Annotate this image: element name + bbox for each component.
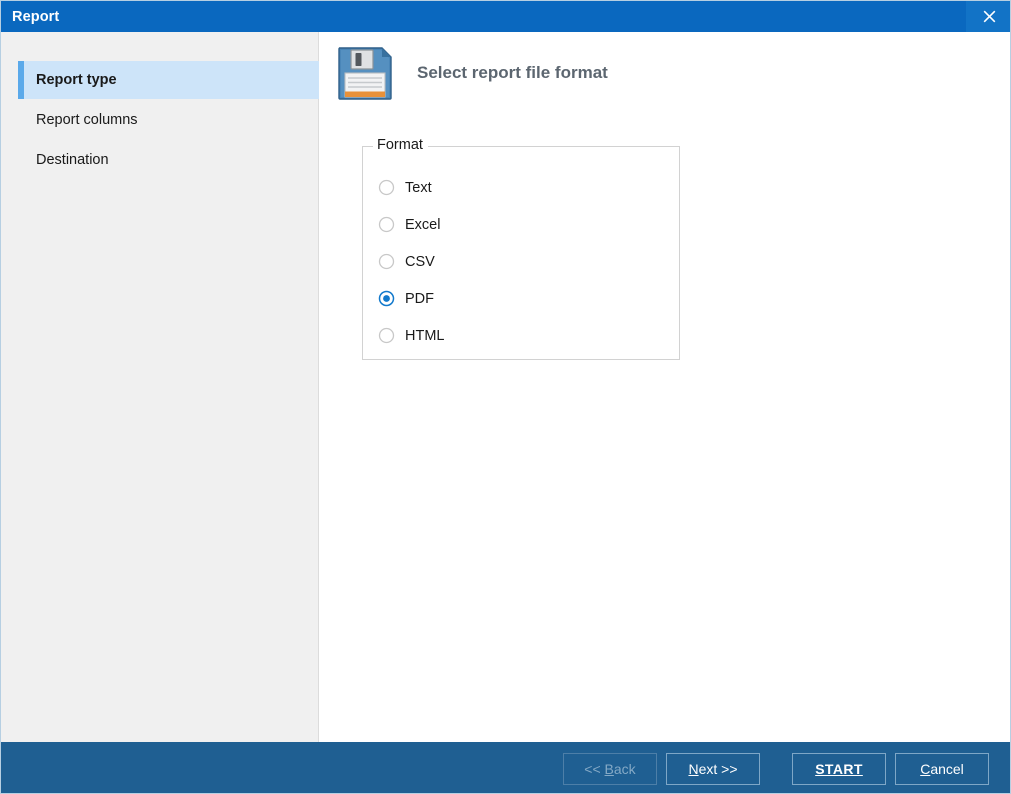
sidebar-item-report-type[interactable]: Report type xyxy=(18,61,319,99)
report-dialog: Report Report type Report columns Destin… xyxy=(0,0,1011,794)
content-header: Select report file format xyxy=(336,44,608,102)
dialog-footer: << Back Next >> START Cancel xyxy=(1,742,1010,793)
sidebar-item-label: Report type xyxy=(36,72,117,88)
dialog-body: Report type Report columns Destination S… xyxy=(1,32,1010,742)
format-option-label: Text xyxy=(405,179,432,196)
sidebar-item-destination[interactable]: Destination xyxy=(18,141,319,179)
radio-unchecked-icon xyxy=(378,327,395,344)
format-option-label: HTML xyxy=(405,327,445,344)
format-option-text[interactable]: Text xyxy=(378,169,658,206)
radio-unchecked-icon xyxy=(378,216,395,233)
window-title: Report xyxy=(12,8,60,25)
selection-accent-bar xyxy=(18,61,24,99)
format-radio-group: Text Excel CSV PDF HTML xyxy=(378,169,658,354)
next-button[interactable]: Next >> xyxy=(666,752,760,785)
sidebar-item-label: Destination xyxy=(36,152,109,168)
content-pane: Select report file format Format Text Ex… xyxy=(320,32,1010,742)
start-button[interactable]: START xyxy=(792,752,886,785)
start-button-label: START xyxy=(815,760,863,777)
format-option-excel[interactable]: Excel xyxy=(378,206,658,243)
title-bar: Report xyxy=(1,1,1010,32)
format-option-csv[interactable]: CSV xyxy=(378,243,658,280)
format-option-label: Excel xyxy=(405,216,441,233)
radio-unchecked-icon xyxy=(378,179,395,196)
format-option-html[interactable]: HTML xyxy=(378,317,658,354)
radio-unchecked-icon xyxy=(378,253,395,270)
next-button-label: Next >> xyxy=(688,760,738,777)
wizard-step-sidebar: Report type Report columns Destination xyxy=(1,32,319,742)
cancel-button[interactable]: Cancel xyxy=(895,752,989,785)
floppy-disk-save-icon xyxy=(338,47,392,100)
cancel-button-label: Cancel xyxy=(920,760,964,777)
sidebar-item-report-columns[interactable]: Report columns xyxy=(18,101,319,139)
page-title: Select report file format xyxy=(417,63,608,82)
format-groupbox-legend: Format xyxy=(373,137,428,153)
back-button[interactable]: << Back xyxy=(563,752,657,785)
close-icon xyxy=(983,10,995,23)
radio-checked-icon xyxy=(378,290,395,307)
format-option-label: CSV xyxy=(405,253,435,270)
format-option-label: PDF xyxy=(405,290,434,307)
format-groupbox: Format Text Excel CSV PDF HTML xyxy=(362,137,680,360)
close-button[interactable] xyxy=(966,1,1010,32)
sidebar-item-label: Report columns xyxy=(36,112,138,128)
back-button-label: << Back xyxy=(584,760,636,777)
format-option-pdf[interactable]: PDF xyxy=(378,280,658,317)
